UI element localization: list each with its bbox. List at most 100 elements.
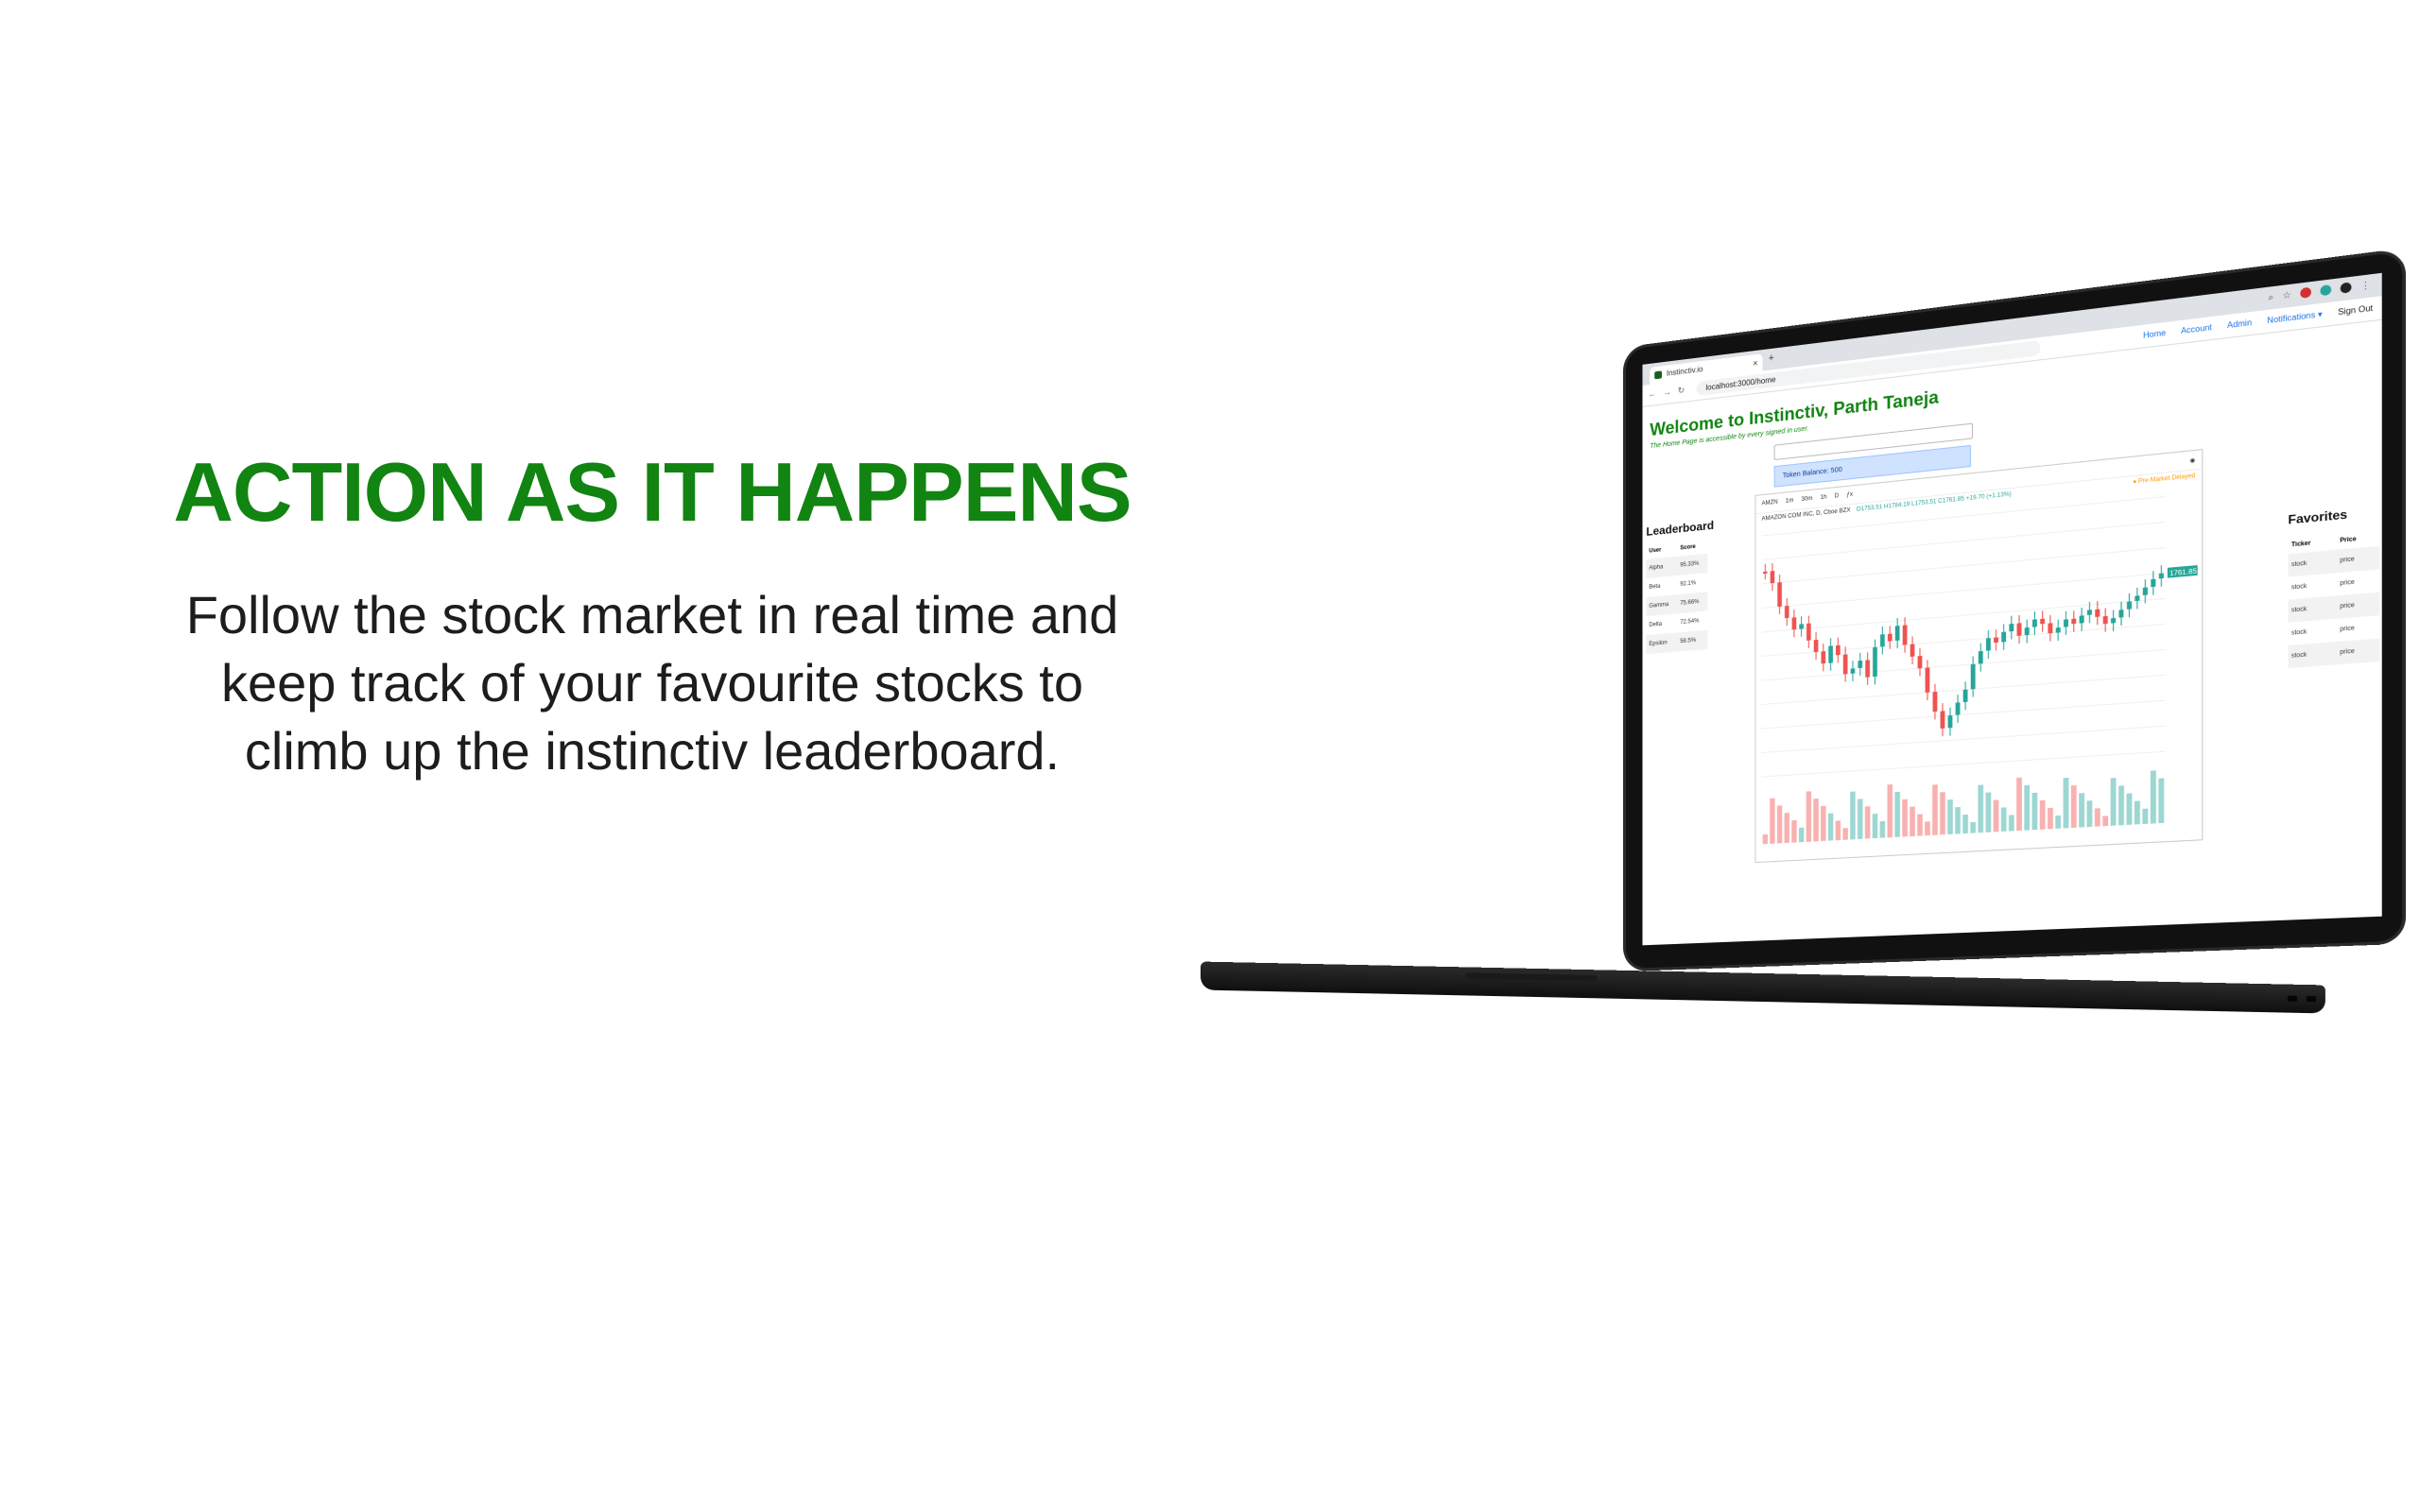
volume-bar xyxy=(2008,815,2014,832)
score-cell: 75.66% xyxy=(1677,592,1708,614)
nav-notifications[interactable]: Notifications ▾ xyxy=(2267,309,2322,325)
volume-bar xyxy=(2016,777,2022,832)
score-cell: 72.54% xyxy=(1680,618,1700,627)
interval-d[interactable]: D xyxy=(1835,493,1839,500)
leaderboard-title: Leaderboard xyxy=(1646,518,1715,539)
volume-bar xyxy=(1776,805,1783,844)
candle-body xyxy=(1932,691,1938,713)
volume-bar xyxy=(1798,827,1805,843)
candle-body xyxy=(1902,625,1908,645)
star-icon[interactable]: ☆ xyxy=(2282,289,2290,301)
volume-bar xyxy=(1821,805,1826,842)
reload-icon[interactable]: ↻ xyxy=(1678,386,1685,397)
hero-title: ACTION AS IT HAPPENS xyxy=(173,445,1132,539)
chart-symbol[interactable]: AMZN xyxy=(1761,500,1777,507)
price-cell: price xyxy=(2336,638,2380,665)
volume-bar xyxy=(1993,799,1999,833)
volume-bar xyxy=(1887,783,1893,838)
new-tab-icon[interactable]: + xyxy=(1769,352,1775,365)
screen-bezel: Instinctiv.io × + ⌕ ☆ ⋮ ← → ↻ localhost:… xyxy=(1626,251,2403,969)
grid-line xyxy=(1761,726,2165,752)
favorites-table: Ticker Price stock price stock price stock… xyxy=(2288,529,2380,669)
candle-body xyxy=(1791,617,1797,630)
menu-icon[interactable]: ⋮ xyxy=(2360,280,2371,293)
leaderboard-table: User Score Alpha 95.33% Beta 92.1% Gamma 75… xyxy=(1646,539,1708,655)
candle-body xyxy=(2142,587,2148,595)
volume-bar xyxy=(2110,778,2117,826)
volume-bar xyxy=(2102,816,2109,827)
close-icon[interactable]: × xyxy=(1753,354,1757,372)
nav-admin[interactable]: Admin xyxy=(2227,318,2252,330)
indicators-icon[interactable]: ƒx xyxy=(1846,491,1853,498)
candle-body xyxy=(1777,582,1782,608)
favorites-panel: Favorites Ticker Price stock price stock p… xyxy=(2288,504,2380,669)
search-icon[interactable]: ⌕ xyxy=(2268,291,2273,303)
volume-bar xyxy=(2118,785,2124,826)
volume-bar xyxy=(1910,806,1915,837)
candle-body xyxy=(1784,606,1789,619)
volume-bar xyxy=(1770,798,1775,844)
volume-bar xyxy=(2134,800,2140,825)
candle-body xyxy=(1799,624,1804,629)
candle-body xyxy=(1894,626,1900,642)
grid-line xyxy=(1761,700,2165,729)
market-status: ● Pre-Market Delayed xyxy=(2133,472,2196,486)
candle-body xyxy=(2102,615,2108,625)
volume-bar xyxy=(1985,792,1992,833)
candlestick-chart[interactable]: 1761.85 xyxy=(1755,487,2202,858)
candle-body xyxy=(1887,633,1893,642)
candle-body xyxy=(2040,618,2046,625)
nav-sign-out[interactable]: Sign Out xyxy=(2338,303,2373,317)
candle-body xyxy=(2063,619,2068,627)
candle-body xyxy=(1850,668,1856,674)
candle-body xyxy=(2001,631,2007,643)
candle-body xyxy=(1970,663,1976,690)
candle-body xyxy=(2135,595,2140,602)
extension-icon[interactable] xyxy=(2300,286,2311,300)
profile-avatar[interactable] xyxy=(2340,282,2352,294)
volume-bar xyxy=(1962,814,1968,834)
candle-body xyxy=(2095,609,2100,617)
candle-body xyxy=(1994,637,1998,644)
camera-icon[interactable]: ◉ xyxy=(2189,456,2195,464)
volume-bar xyxy=(2048,807,2053,830)
back-icon[interactable]: ← xyxy=(1648,388,1656,400)
extension-icon[interactable] xyxy=(2320,284,2332,297)
candle-body xyxy=(2079,615,2084,624)
interval-1h[interactable]: 1h xyxy=(1821,494,1827,501)
price-cell: price xyxy=(2336,592,2380,619)
interval-30m[interactable]: 30m xyxy=(1801,496,1812,503)
score-cell: 58.5% xyxy=(1677,629,1708,652)
ticker-cell: stock xyxy=(2288,641,2337,669)
candle-body xyxy=(1985,638,1991,651)
volume-bar xyxy=(1864,806,1871,839)
candle-body xyxy=(1821,651,1826,664)
forward-icon[interactable]: → xyxy=(1663,387,1671,398)
candle-body xyxy=(1842,654,1848,675)
leaderboard-panel: Leaderboard User Score Alpha 95.33% Beta 9… xyxy=(1646,518,1715,655)
laptop-screen: Instinctiv.io × + ⌕ ☆ ⋮ ← → ↻ localhost:… xyxy=(1626,251,2403,969)
candle-body xyxy=(1978,650,1983,664)
volume-bar xyxy=(1791,819,1797,843)
volume-bar xyxy=(2000,807,2007,832)
candle-body xyxy=(2024,627,2030,636)
volume-bar xyxy=(1762,833,1768,845)
volume-bar xyxy=(1894,791,1900,837)
volume-bar xyxy=(1902,799,1908,837)
stock-chart-widget[interactable]: AMZN 1m 30m 1h D ƒx ◉ AMAZON COM INC, D,… xyxy=(1754,448,2204,864)
candle-body xyxy=(2126,601,2132,610)
volume-bar xyxy=(2024,784,2031,831)
nav-account[interactable]: Account xyxy=(2181,323,2212,336)
interval-1m[interactable]: 1m xyxy=(1786,498,1793,505)
usb-port xyxy=(2288,995,2297,1002)
candle-body xyxy=(1873,646,1877,678)
candle-body xyxy=(1910,644,1915,657)
volume-bar xyxy=(2031,792,2038,831)
nav-home[interactable]: Home xyxy=(2143,328,2166,340)
favorites-title: Favorites xyxy=(2288,507,2348,527)
candle-body xyxy=(1865,660,1870,678)
volume-bar xyxy=(1947,799,1953,834)
usb-port xyxy=(2307,996,2316,1003)
volume-bar xyxy=(2070,784,2077,829)
volume-bar xyxy=(1842,828,1848,840)
